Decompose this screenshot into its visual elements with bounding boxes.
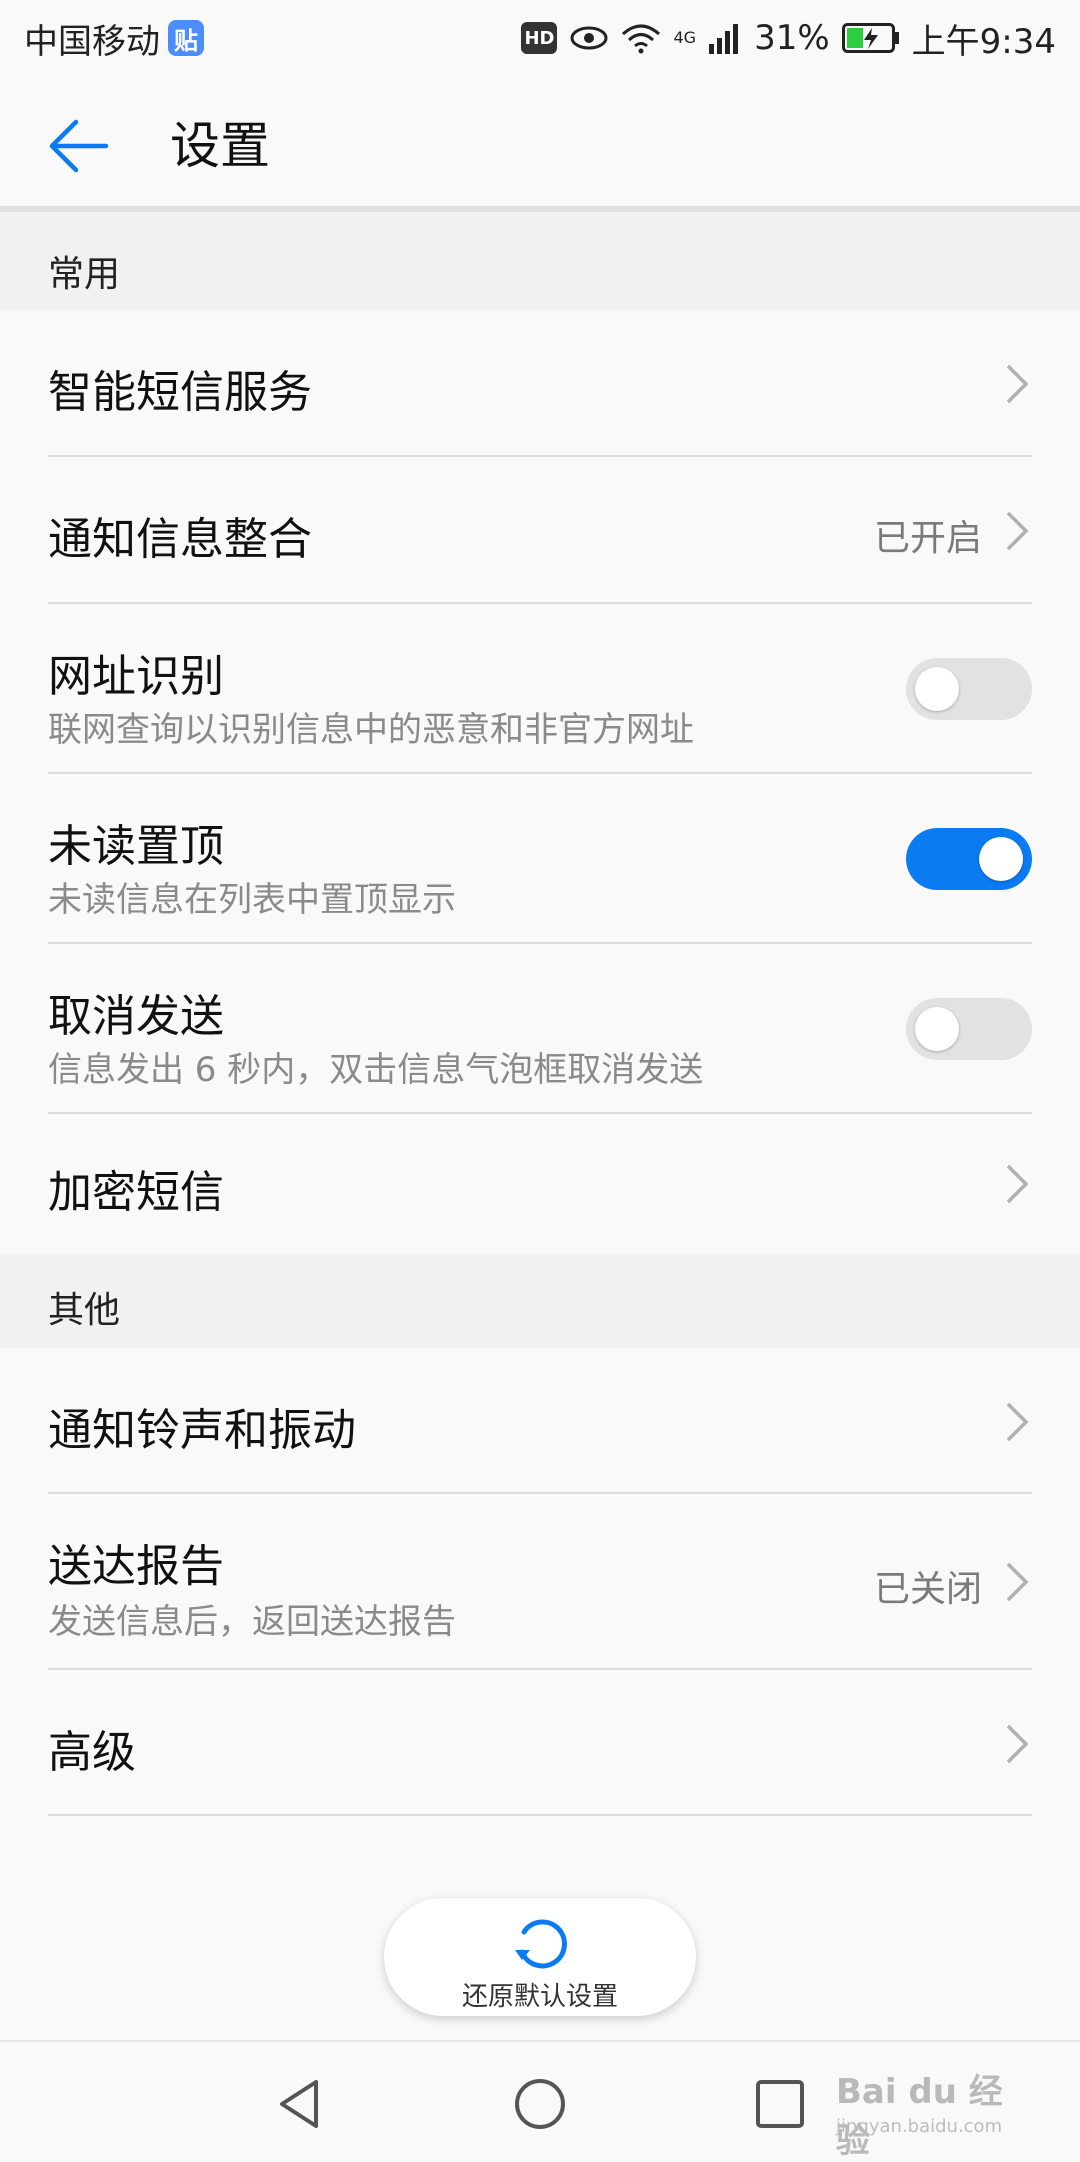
setting-smart-sms[interactable]: 智能短信服务 [0,310,1080,457]
row-status: 已开启 [873,518,982,559]
setting-delivery-report[interactable]: 送达报告 发送信息后，返回送达报告 已关闭 [0,1494,1080,1670]
section-header-other: 其他 [0,1254,1080,1348]
cancel-send-toggle[interactable] [906,998,1032,1060]
status-left: 中国移动 贴 [24,14,204,63]
restore-defaults-button[interactable]: 还原默认设置 [384,1898,696,2016]
nav-recents-icon [756,2080,804,2128]
row-title: 智能短信服务 [48,367,312,418]
row-title: 加密短信 [48,1167,224,1218]
eye-icon [569,23,609,53]
nav-back-button[interactable] [272,2076,328,2132]
status-right: HD 4G 31% 上午9:34 [521,14,1056,63]
chevron-right-icon [1006,364,1029,404]
setting-encrypted-sms[interactable]: 加密短信 [0,1114,1080,1254]
battery-charging-icon [841,23,900,53]
chevron-right-icon [1006,511,1029,551]
chevron-right-icon [1006,1562,1029,1602]
page-title: 设置 [170,117,270,175]
chevron-right-icon [1006,1402,1029,1442]
wifi-icon [621,22,661,54]
nav-back-icon [280,2080,318,2128]
setting-notification-merge[interactable]: 通知信息整合 已开启 [0,457,1080,604]
carrier-name: 中国移动 [24,21,160,62]
toggle-knob [915,1007,959,1051]
restore-icon [515,1919,567,1969]
section-title: 常用 [48,254,121,295]
row-subtitle: 信息发出 6 秒内，双击信息气泡框取消发送 [48,1050,704,1090]
row-subtitle: 联网查询以识别信息中的恶意和非官方网址 [48,710,694,750]
chevron-right-icon [1006,1164,1029,1204]
setting-unread-top[interactable]: 未读置顶 未读信息在列表中置顶显示 [0,774,1080,944]
toggle-knob [915,667,959,711]
unread-top-toggle[interactable] [906,828,1032,890]
row-title: 送达报告 [48,1541,224,1592]
row-title: 取消发送 [48,991,224,1042]
row-title: 未读置顶 [48,821,224,872]
watermark-subtext: jingyan.baidu.com [836,2116,1003,2137]
baidu-jingyan-watermark: Bai du 经验 jingyan.baidu.com [836,2064,1026,2161]
setting-url-recognition[interactable]: 网址识别 联网查询以识别信息中的恶意和非官方网址 [0,604,1080,774]
section-title: 其他 [48,1290,121,1331]
hd-icon: HD [521,22,558,54]
row-title: 高级 [48,1727,136,1778]
row-status: 已关闭 [873,1569,982,1610]
url-recognition-toggle[interactable] [906,658,1032,720]
row-subtitle: 未读信息在列表中置顶显示 [48,880,456,920]
nav-recents-button[interactable] [752,2076,808,2132]
row-title: 通知信息整合 [48,514,312,565]
back-button[interactable] [48,116,118,176]
nav-home-icon [515,2079,565,2129]
setting-cancel-send[interactable]: 取消发送 信息发出 6 秒内，双击信息气泡框取消发送 [0,944,1080,1114]
back-arrow-icon [49,119,109,173]
row-title: 通知铃声和振动 [48,1405,356,1456]
chevron-right-icon [1006,1724,1029,1764]
toggle-knob [979,837,1023,881]
section-header-common: 常用 [0,212,1080,310]
network-type: 4G [673,27,697,47]
restore-label: 还原默认设置 [461,1982,618,2012]
app-bar: 设置 [0,76,1080,212]
nav-home-button[interactable] [512,2076,568,2132]
row-subtitle: 发送信息后，返回送达报告 [48,1602,456,1642]
clock: 上午9:34 [911,21,1056,62]
setting-ringtone-vibration[interactable]: 通知铃声和振动 [0,1348,1080,1494]
row-title: 网址识别 [48,651,224,702]
signal-icon [708,22,742,54]
battery-percent: 31% [754,18,830,58]
setting-advanced[interactable]: 高级 [0,1670,1080,1816]
status-bar: 中国移动 贴 HD 4G 31% 上午9:34 [0,0,1080,76]
tie-app-icon: 贴 [168,20,204,56]
